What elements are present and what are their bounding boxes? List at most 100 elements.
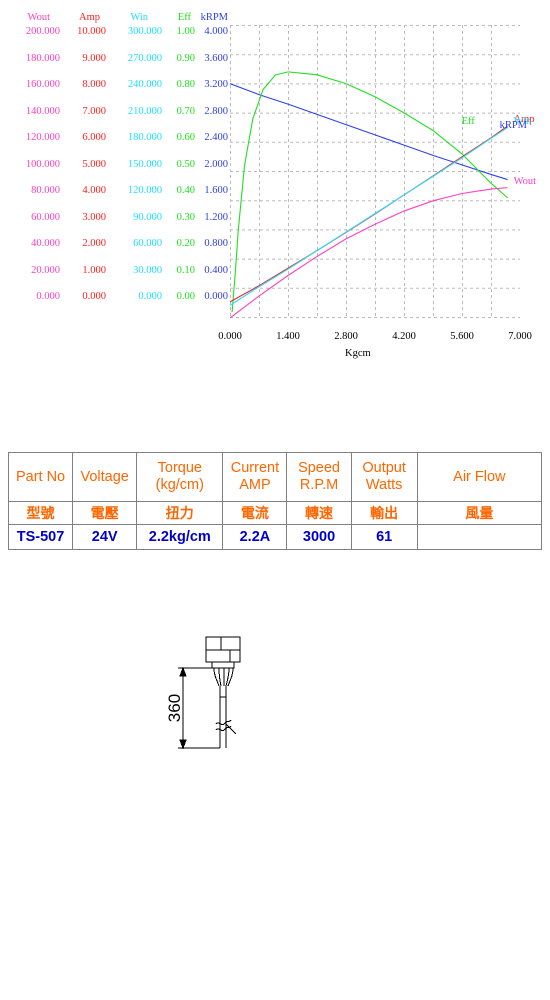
table-header-en-1: Voltage [72, 452, 138, 502]
specification-table: Part No Voltage Torque (kg/cm) Current AMP Spe… [7, 452, 543, 550]
table-header-row-english: Part No Voltage Torque (kg/cm) Current AMP Spe… [7, 452, 543, 502]
plot-svg [230, 25, 520, 318]
axis-tick-win: 120.000 [127, 185, 162, 196]
axis-tick-row: 80.000 4.000 120.000 0.40 1.600 [0, 185, 228, 212]
x-tick-label: 4.200 [392, 331, 416, 342]
axis-tick-krpm: 0.800 [204, 238, 228, 249]
grid-lines [230, 25, 520, 318]
axis-tick-win: 270.000 [127, 52, 162, 64]
axis-tick-amp: 0.000 [82, 291, 106, 302]
technical-drawing: 360 60 ø76 ø8 140 22 [0, 600, 550, 930]
table-cell-2: 2.2kg/cm [136, 524, 224, 550]
axis-tick-row: 120.000 6.000 180.000 0.60 2.400 [0, 132, 228, 159]
table-header-row-chinese: 型號 電壓 扭力 電流 轉速 輸出 風量 [7, 501, 543, 525]
header-line-2: (kg/cm) [155, 477, 204, 493]
cable-body [215, 686, 237, 748]
drawing-svg: 360 60 ø76 ø8 140 22 [165, 636, 241, 750]
axis-tick-krpm: 2.000 [204, 158, 228, 170]
axis-tick-win: 150.000 [127, 158, 162, 170]
axis-tick-krpm: 3.200 [204, 79, 228, 90]
axis-tick-win: 210.000 [127, 105, 162, 117]
x-tick-label: 2.800 [334, 331, 358, 342]
axis-tick-amp: 6.000 [82, 132, 106, 143]
performance-chart: Wout Amp Win Eff kRPM 200.000 10.000 300.0… [0, 0, 550, 380]
axis-column-headers: Wout Amp Win Eff kRPM [0, 12, 229, 26]
axis-tick-krpm: 1.200 [204, 211, 228, 223]
axis-tick-wout: 80.000 [31, 185, 60, 196]
curve-amp [230, 125, 508, 303]
table-header-cn-2: 扭力 [136, 501, 224, 525]
table-cell-4: 3000 [286, 524, 352, 550]
axis-tick-wout: 200.000 [25, 26, 60, 37]
table-cell-6 [416, 524, 543, 550]
axis-tick-amp: 10.000 [77, 26, 106, 37]
axis-tick-win: 60.000 [133, 238, 162, 249]
table-header-cn-4: 轉速 [286, 501, 352, 525]
axis-tick-wout: 0.000 [36, 291, 60, 302]
curve-eff [231, 71, 508, 313]
axis-tick-eff: 0.00 [176, 291, 195, 302]
curve-krpm [230, 83, 508, 181]
axis-tick-row: 140.000 7.000 210.000 0.70 2.800 [0, 106, 228, 133]
axis-tick-win: 30.000 [133, 264, 162, 276]
axis-tick-wout: 60.000 [31, 211, 60, 223]
axis-tick-win: 90.000 [133, 211, 162, 223]
axis-tick-amp: 4.000 [82, 185, 106, 196]
axis-tick-krpm: 4.000 [204, 26, 228, 37]
axis-header-eff: Eff [177, 12, 191, 23]
axis-tick-eff: 0.60 [176, 132, 195, 143]
axis-tick-amp: 9.000 [82, 52, 106, 64]
cable-wires [213, 667, 234, 687]
drawing-dimension-texts: 360 60 ø76 ø8 140 22 [165, 694, 184, 722]
axis-tick-eff: 0.10 [176, 264, 195, 276]
curve-wout [230, 187, 508, 318]
axis-tick-eff: 0.20 [176, 238, 195, 249]
table-header-cn-0: 型號 [7, 501, 74, 525]
axis-tick-eff: 0.50 [176, 158, 195, 170]
axis-tick-krpm: 3.600 [204, 52, 228, 64]
axis-tick-eff: 0.90 [176, 52, 195, 64]
connector-housing [205, 636, 241, 669]
table-cell-1: 24V [72, 524, 138, 550]
axis-tick-win: 0.000 [138, 291, 162, 302]
x-tick-label: 7.000 [508, 331, 532, 342]
header-line-1: Current [230, 460, 280, 476]
axis-tick-wout: 20.000 [31, 264, 60, 276]
header-line-1: Air Flow [453, 468, 506, 485]
x-axis-tick-labels: 0.000 1.400 2.800 4.200 5.600 7.000 [182, 331, 550, 347]
axis-tick-row: 100.000 5.000 150.000 0.50 2.000 [0, 159, 228, 186]
axis-tick-eff: 0.40 [176, 185, 195, 196]
axis-tick-row: 0.000 0.000 0.000 0.00 0.000 [0, 291, 228, 318]
axis-tick-row: 40.000 2.000 60.000 0.20 0.800 [0, 238, 228, 265]
axis-tick-krpm: 0.000 [204, 291, 228, 302]
table-header-en-6: Air Flow [416, 452, 543, 502]
data-curves [230, 71, 508, 318]
axis-tick-amp: 2.000 [82, 238, 106, 249]
axis-tick-krpm: 2.400 [204, 132, 228, 143]
dim-cable-length [178, 666, 222, 750]
specification-table-wrap: Part No Voltage Torque (kg/cm) Current AMP Spe… [7, 452, 543, 550]
axis-tick-row: 60.000 3.000 90.000 0.30 1.200 [0, 212, 228, 239]
multi-axis-tick-labels: Wout Amp Win Eff kRPM 200.000 10.000 300.0… [0, 12, 228, 318]
table-header-cn-6: 風量 [416, 501, 543, 525]
axis-tick-row: 200.000 10.000 300.000 1.00 4.000 [0, 26, 228, 53]
x-tick-label: 0.000 [218, 331, 242, 342]
axis-tick-win: 180.000 [127, 132, 162, 143]
x-axis-title: Kgcm [345, 348, 371, 359]
axis-tick-wout: 180.000 [25, 52, 60, 64]
axis-tick-wout: 140.000 [25, 105, 60, 117]
curve-label-krpm: kRPM [499, 119, 527, 131]
axis-header-wout: Wout [27, 12, 51, 23]
axis-tick-amp: 1.000 [82, 264, 106, 276]
header-line-1: Output [362, 460, 406, 476]
axis-tick-win: 240.000 [127, 79, 162, 90]
axis-tick-eff: 1.00 [176, 26, 195, 37]
header-line-1: Speed [298, 460, 340, 476]
table-cell-5: 61 [350, 524, 418, 550]
axis-tick-amp: 3.000 [82, 211, 106, 223]
axis-tick-row: 180.000 9.000 270.000 0.90 3.600 [0, 53, 228, 80]
curve-label-wout: Wout [513, 175, 537, 187]
table-cell-0: TS-507 [7, 524, 74, 550]
axis-tick-eff: 0.80 [176, 79, 195, 90]
axis-tick-krpm: 2.800 [204, 105, 228, 117]
